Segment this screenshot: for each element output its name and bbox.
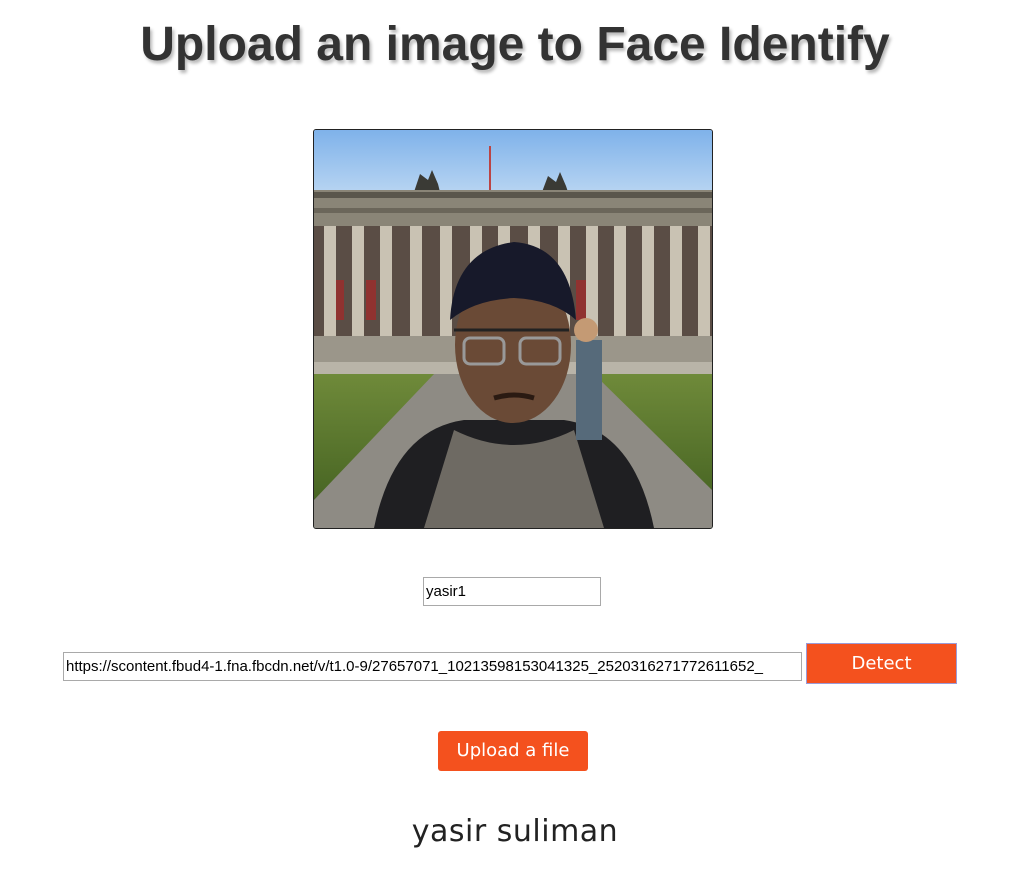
page: Upload an image to Face Identify yasir1 …: [0, 0, 1030, 876]
name-input[interactable]: [423, 577, 601, 606]
upload-file-button[interactable]: Upload a file: [438, 731, 588, 771]
identified-name: yasir suliman: [411, 814, 619, 849]
uploaded-photo: [313, 129, 713, 529]
page-title: Upload an image to Face Identify: [140, 18, 890, 71]
photo-image: [314, 130, 712, 528]
detect-button[interactable]: Detect: [806, 643, 957, 684]
image-url-input[interactable]: [63, 652, 802, 681]
